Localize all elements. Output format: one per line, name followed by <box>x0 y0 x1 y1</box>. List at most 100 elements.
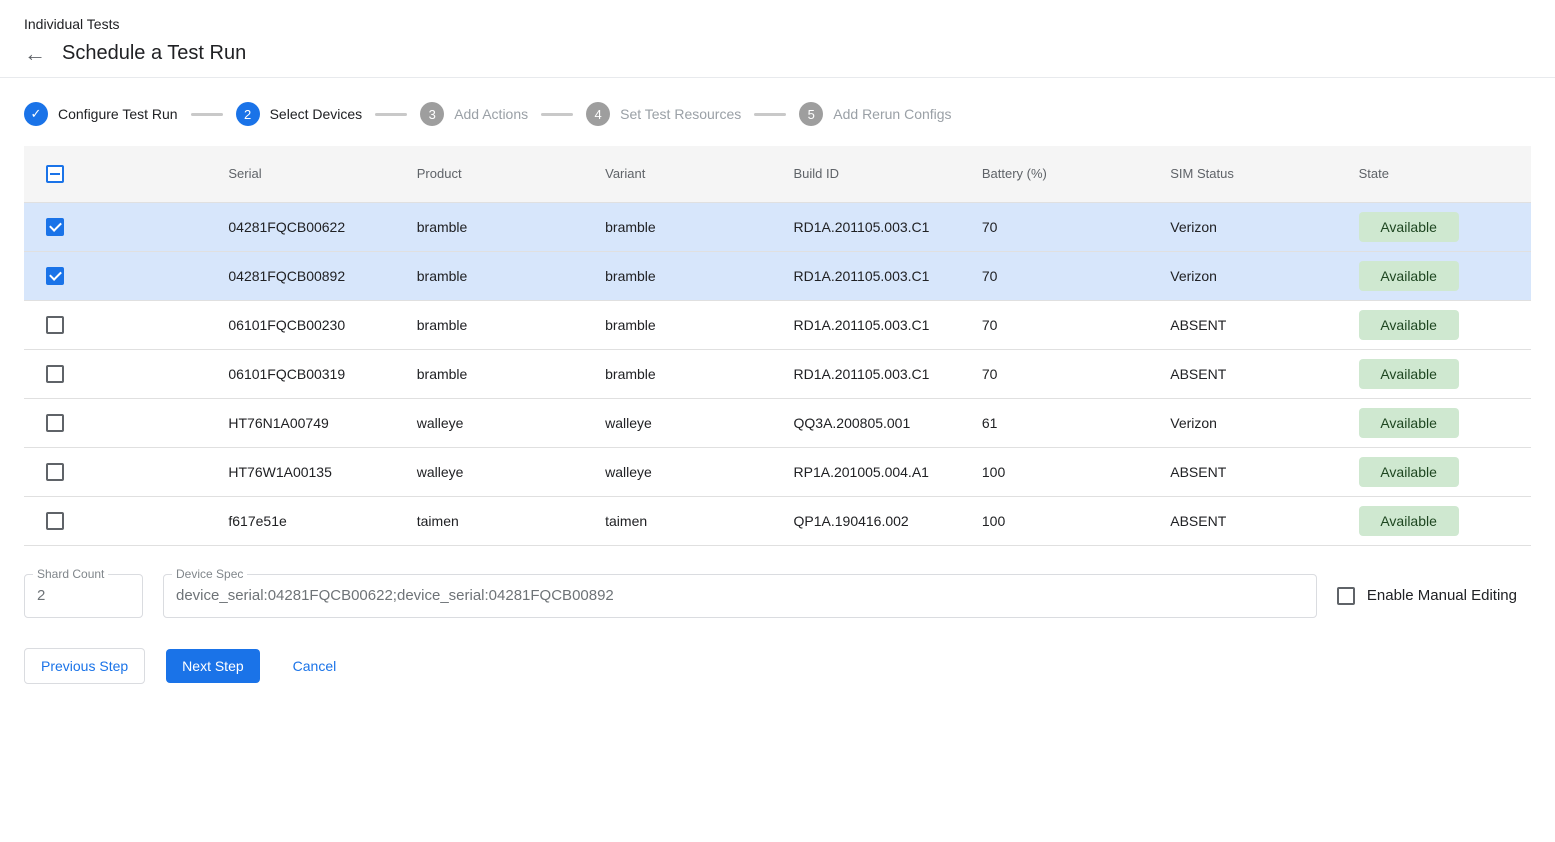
column-header-serial: Serial <box>212 146 400 202</box>
step-select-devices[interactable]: 2 Select Devices <box>236 102 363 126</box>
column-header-state: State <box>1343 146 1531 202</box>
state-badge: Available <box>1359 212 1459 242</box>
cell-sim-status: ABSENT <box>1154 300 1342 349</box>
cell-build-id: QQ3A.200805.001 <box>778 398 966 447</box>
enable-manual-editing-checkbox[interactable] <box>1337 587 1355 605</box>
step-label: Set Test Resources <box>620 106 741 122</box>
cell-sim-status: ABSENT <box>1154 447 1342 496</box>
step-set-test-resources[interactable]: 4 Set Test Resources <box>586 102 741 126</box>
stepper: ✓ Configure Test Run 2 Select Devices 3 … <box>0 78 1555 146</box>
cell-battery: 100 <box>966 447 1154 496</box>
cell-product: walleye <box>401 447 589 496</box>
cell-product: walleye <box>401 398 589 447</box>
next-step-button[interactable]: Next Step <box>166 649 259 683</box>
column-header-variant: Variant <box>589 146 777 202</box>
step-number: 5 <box>799 102 823 126</box>
step-number: 3 <box>420 102 444 126</box>
step-connector <box>375 113 407 116</box>
cell-sim-status: ABSENT <box>1154 349 1342 398</box>
device-row[interactable]: 04281FQCB00622 bramble bramble RD1A.2011… <box>24 202 1531 251</box>
device-row[interactable]: 06101FQCB00230 bramble bramble RD1A.2011… <box>24 300 1531 349</box>
step-label: Select Devices <box>270 106 363 122</box>
previous-step-button[interactable]: Previous Step <box>24 648 145 684</box>
cell-variant: walleye <box>589 398 777 447</box>
row-checkbox[interactable] <box>46 414 64 432</box>
device-row[interactable]: 04281FQCB00892 bramble bramble RD1A.2011… <box>24 251 1531 300</box>
state-badge: Available <box>1359 457 1459 487</box>
cell-build-id: RD1A.201105.003.C1 <box>778 300 966 349</box>
cell-product: taimen <box>401 496 589 545</box>
action-bar: Previous Step Next Step Cancel <box>24 648 1531 684</box>
table-header-row: Serial Product Variant Build ID Battery … <box>24 146 1531 202</box>
row-checkbox[interactable] <box>46 267 64 285</box>
device-table: Serial Product Variant Build ID Battery … <box>24 146 1531 546</box>
cell-variant: taimen <box>589 496 777 545</box>
cell-battery: 70 <box>966 251 1154 300</box>
cell-build-id: RD1A.201105.003.C1 <box>778 202 966 251</box>
state-badge: Available <box>1359 310 1459 340</box>
cell-sim-status: Verizon <box>1154 251 1342 300</box>
cell-serial: f617e51e <box>212 496 400 545</box>
cell-variant: bramble <box>589 300 777 349</box>
column-header-product: Product <box>401 146 589 202</box>
step-number: 2 <box>236 102 260 126</box>
cell-battery: 70 <box>966 349 1154 398</box>
cell-sim-status: Verizon <box>1154 202 1342 251</box>
cell-build-id: QP1A.190416.002 <box>778 496 966 545</box>
cell-sim-status: ABSENT <box>1154 496 1342 545</box>
shard-count-value: 2 <box>37 587 45 604</box>
device-spec-field[interactable]: Device Spec device_serial:04281FQCB00622… <box>163 574 1317 618</box>
cell-battery: 61 <box>966 398 1154 447</box>
state-badge: Available <box>1359 408 1459 438</box>
device-spec-section: Shard Count 2 Device Spec device_serial:… <box>24 574 1531 618</box>
page-title: Schedule a Test Run <box>62 42 246 65</box>
shard-count-field[interactable]: Shard Count 2 <box>24 574 143 618</box>
cell-serial: 04281FQCB00622 <box>212 202 400 251</box>
step-add-rerun-configs[interactable]: 5 Add Rerun Configs <box>799 102 951 126</box>
device-row[interactable]: f617e51e taimen taimen QP1A.190416.002 1… <box>24 496 1531 545</box>
device-spec-label: Device Spec <box>172 567 247 581</box>
row-checkbox[interactable] <box>46 316 64 334</box>
row-checkbox[interactable] <box>46 218 64 236</box>
cell-variant: bramble <box>589 251 777 300</box>
select-all-checkbox[interactable] <box>46 165 64 183</box>
step-label: Add Rerun Configs <box>833 106 951 122</box>
device-row[interactable]: 06101FQCB00319 bramble bramble RD1A.2011… <box>24 349 1531 398</box>
cell-build-id: RD1A.201105.003.C1 <box>778 251 966 300</box>
device-row[interactable]: HT76W1A00135 walleye walleye RP1A.201005… <box>24 447 1531 496</box>
device-row[interactable]: HT76N1A00749 walleye walleye QQ3A.200805… <box>24 398 1531 447</box>
cell-variant: bramble <box>589 202 777 251</box>
cell-serial: 06101FQCB00230 <box>212 300 400 349</box>
column-header-battery: Battery (%) <box>966 146 1154 202</box>
enable-manual-editing-control[interactable]: Enable Manual Editing <box>1337 587 1531 605</box>
back-arrow-icon[interactable]: ← <box>24 43 46 65</box>
cell-product: bramble <box>401 251 589 300</box>
cell-product: bramble <box>401 202 589 251</box>
step-configure-test-run[interactable]: ✓ Configure Test Run <box>24 102 178 126</box>
cell-build-id: RP1A.201005.004.A1 <box>778 447 966 496</box>
column-header-sim-status: SIM Status <box>1154 146 1342 202</box>
cell-serial: 04281FQCB00892 <box>212 251 400 300</box>
cell-serial: HT76N1A00749 <box>212 398 400 447</box>
cell-battery: 70 <box>966 202 1154 251</box>
step-label: Add Actions <box>454 106 528 122</box>
step-label: Configure Test Run <box>58 106 178 122</box>
step-complete-icon: ✓ <box>24 102 48 126</box>
row-checkbox[interactable] <box>46 365 64 383</box>
row-checkbox[interactable] <box>46 512 64 530</box>
step-connector <box>754 113 786 116</box>
cell-sim-status: Verizon <box>1154 398 1342 447</box>
state-badge: Available <box>1359 506 1459 536</box>
step-add-actions[interactable]: 3 Add Actions <box>420 102 528 126</box>
cancel-button[interactable]: Cancel <box>281 649 349 683</box>
device-spec-value: device_serial:04281FQCB00622;device_seri… <box>176 587 614 604</box>
cell-battery: 70 <box>966 300 1154 349</box>
step-connector <box>191 113 223 116</box>
cell-product: bramble <box>401 300 589 349</box>
column-header-build-id: Build ID <box>778 146 966 202</box>
step-connector <box>541 113 573 116</box>
row-checkbox[interactable] <box>46 463 64 481</box>
state-badge: Available <box>1359 261 1459 291</box>
cell-build-id: RD1A.201105.003.C1 <box>778 349 966 398</box>
device-table-body: 04281FQCB00622 bramble bramble RD1A.2011… <box>24 202 1531 545</box>
